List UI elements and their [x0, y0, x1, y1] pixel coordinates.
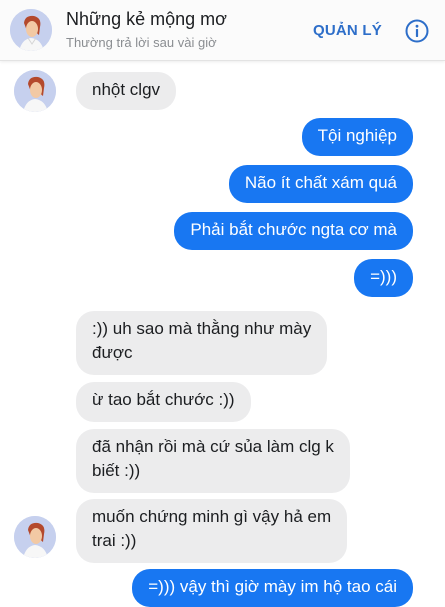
message-list[interactable]: nhột clgv Tội nghiệp Não ít chất xám quá… [0, 61, 445, 607]
outgoing-message[interactable]: Phải bắt chước ngta cơ mà [174, 212, 413, 250]
sender-avatar[interactable] [14, 70, 56, 112]
outgoing-message[interactable]: =))) [354, 259, 413, 297]
message-text: nhột clgv [92, 80, 161, 99]
outgoing-message[interactable]: Não ít chất xám quá [228, 165, 413, 203]
outgoing-message[interactable]: Tội nghiệp [301, 118, 413, 156]
manage-button[interactable]: QUẢN LÝ [313, 22, 382, 39]
message-text-line: biết :)) [92, 461, 141, 480]
message-text-line: đã nhận rồi mà cứ sủa làm clg k [92, 437, 334, 456]
response-time-status: Thường trả lời sau vài giờ [66, 35, 217, 50]
sender-avatar[interactable] [14, 516, 56, 558]
message-text: =))) vậy thì giờ mày im hộ tao cái [148, 577, 397, 596]
conversation-header: Những kẻ mộng mơ Thường trả lời sau vài … [0, 0, 445, 61]
conversation-title: Những kẻ mộng mơ [66, 9, 227, 29]
info-icon[interactable] [405, 19, 429, 43]
message-text: Phải bắt chước ngta cơ mà [190, 220, 397, 239]
message-text-line: muốn chứng minh gì vậy hả em [92, 507, 332, 526]
message-text-line: :)) uh sao mà thằng như mày [92, 319, 312, 338]
incoming-message[interactable]: :)) uh sao mà thằng như mày được [76, 311, 328, 375]
incoming-message[interactable]: đã nhận rồi mà cứ sủa làm clg k biết :)) [76, 429, 350, 493]
outgoing-message[interactable]: =))) vậy thì giờ mày im hộ tao cái [132, 569, 413, 607]
incoming-message[interactable]: muốn chứng minh gì vậy hả em trai :)) [76, 499, 348, 563]
group-avatar-icon[interactable] [10, 9, 52, 51]
message-text: ừ tao bắt chước :)) [92, 390, 235, 409]
message-text: Tội nghiệp [317, 126, 397, 145]
incoming-message[interactable]: ừ tao bắt chước :)) [76, 382, 251, 422]
message-text: =))) [370, 267, 397, 286]
message-text: Não ít chất xám quá [244, 173, 397, 192]
message-text-line: trai :)) [92, 531, 137, 550]
incoming-message[interactable]: nhột clgv [76, 72, 177, 110]
message-text-line: được [92, 343, 133, 362]
